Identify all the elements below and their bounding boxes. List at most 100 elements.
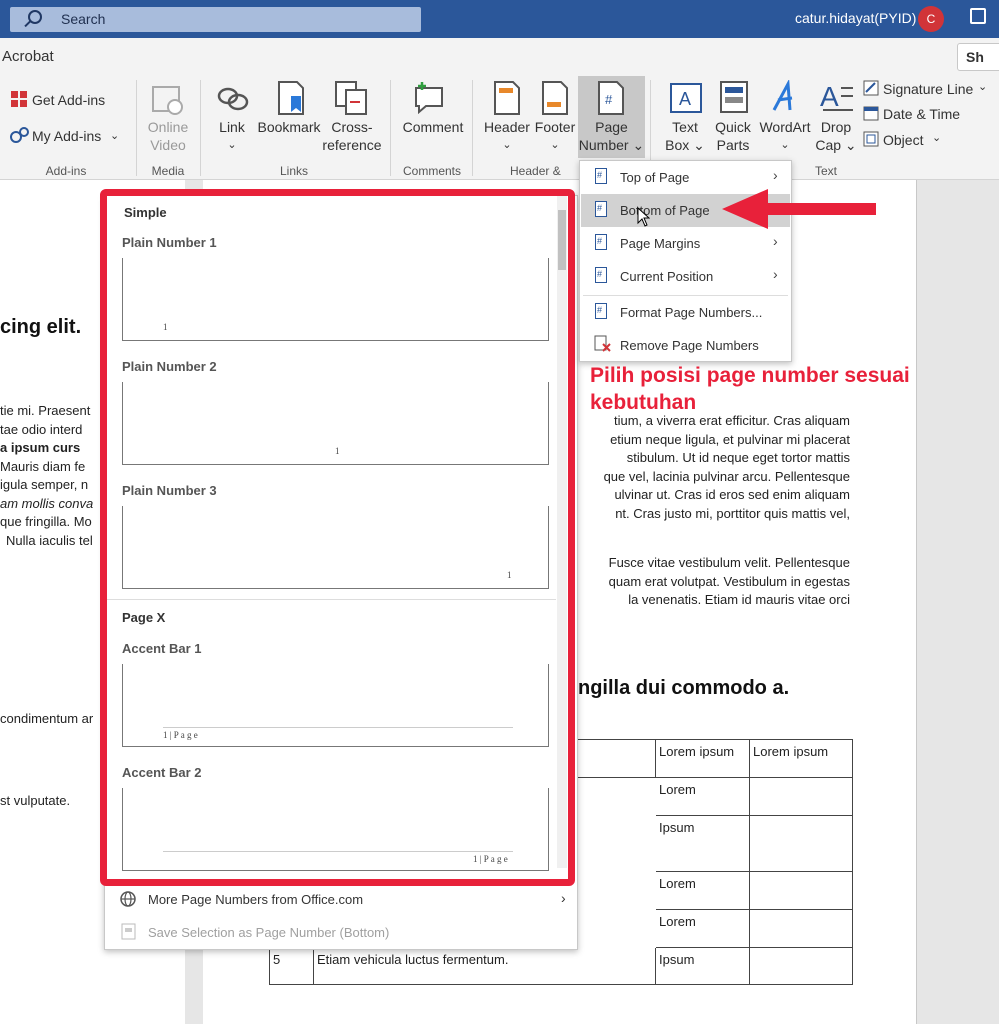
table-cell[interactable]: Lorem ipsum	[749, 739, 853, 778]
search-placeholder: Search	[61, 11, 106, 27]
document-margin	[916, 180, 999, 1024]
get-addins-button[interactable]: Get Add-ins	[32, 91, 105, 109]
cross-reference-label-2: reference	[322, 137, 382, 153]
table-cell[interactable]: Etiam vehicula luctus fermentum.	[313, 947, 656, 985]
group-label-addins: Add-ins	[45, 164, 87, 178]
table-cell[interactable]	[749, 909, 853, 948]
table-cell[interactable]: Lorem ipsum	[655, 739, 750, 778]
doc-text-line: condimentum ar	[0, 711, 94, 726]
cross-reference-label-1: Cross-	[331, 119, 373, 135]
store-icon	[11, 91, 27, 107]
menu-item-top-of-page[interactable]: Top of Page	[620, 170, 689, 185]
menu-item-remove-page-numbers[interactable]: Remove Page Numbers	[620, 338, 759, 353]
chevron-right-icon: ›	[773, 167, 778, 183]
chevron-down-icon[interactable]: ⌄	[756, 136, 814, 154]
table-cell[interactable]: Lorem	[655, 871, 750, 910]
signature-line-icon	[863, 80, 879, 96]
doc-heading-1: cing elit.	[0, 316, 82, 338]
doc-text-line: a ipsum curs	[0, 440, 81, 455]
my-addins-icon	[10, 127, 29, 143]
table-cell[interactable]	[749, 871, 853, 910]
wordart-button[interactable]: WordArt	[756, 118, 814, 136]
menu-item-format-page-numbers[interactable]: Format Page Numbers...	[620, 305, 762, 320]
doc-text-line: tie mi. Praesent	[0, 403, 91, 418]
table-cell[interactable]: Ipsum	[655, 815, 750, 872]
footer-button[interactable]: Footer	[530, 118, 580, 136]
group-divider	[390, 80, 391, 176]
page-number-label-1: Page	[595, 119, 628, 135]
user-name[interactable]: catur.hidayat(PYID)	[795, 10, 916, 26]
current-position-icon	[595, 267, 607, 283]
doc-text-line: que vel, lacinia pulvinar arcu. Pellente…	[603, 468, 850, 484]
save-selection-button[interactable]: Save Selection as Page Number (Bottom)	[148, 925, 389, 940]
header-icon	[494, 81, 520, 115]
doc-heading-2: ngilla dui commodo a.	[578, 677, 790, 699]
doc-text-line: quam erat volutpat. Vestibulum in egesta…	[608, 573, 850, 589]
group-divider	[136, 80, 137, 176]
online-video-button[interactable]: Online Video	[138, 118, 198, 154]
table-cell[interactable]: Ipsum	[655, 947, 750, 985]
more-page-numbers-link[interactable]: More Page Numbers from Office.com	[148, 892, 363, 907]
doc-text-line: stibulum. Ut id neque eget tortor mattis	[626, 450, 850, 465]
chevron-down-icon[interactable]: ⌄	[978, 78, 987, 96]
annotation-line-2: kebutuhan	[590, 391, 697, 414]
remove-page-numbers-icon	[594, 335, 611, 352]
table-cell[interactable]	[749, 777, 853, 816]
date-time-icon	[863, 106, 879, 121]
drop-cap-button[interactable]: Drop Cap ⌄	[812, 118, 860, 154]
menu-divider	[583, 295, 788, 296]
signature-line-button[interactable]: Signature Line	[883, 80, 973, 98]
menu-item-current-position[interactable]: Current Position	[620, 269, 713, 284]
doc-text-line: st vulputate.	[0, 793, 71, 808]
comment-icon	[415, 82, 443, 114]
online-video-label-2: Video	[150, 137, 186, 153]
header-button[interactable]: Header	[480, 118, 534, 136]
drop-cap-icon: A	[820, 81, 853, 112]
link-button[interactable]: Link	[212, 118, 252, 136]
my-addins-button[interactable]: My Add-ins	[32, 127, 101, 145]
table-cell[interactable]: 5	[269, 947, 314, 985]
menu-item-bottom-of-page[interactable]: Bottom of Page	[620, 203, 710, 218]
menu-item-page-margins[interactable]: Page Margins	[620, 236, 700, 251]
svg-text:A: A	[820, 81, 839, 112]
chevron-down-icon[interactable]: ⌄	[932, 129, 941, 147]
doc-text-line: la venenatis. Etiam id mauris vitae orci	[628, 592, 850, 607]
search-box[interactable]: Search	[10, 7, 421, 32]
highlight-box	[100, 189, 575, 886]
page-number-button[interactable]: Page Number ⌄	[578, 118, 645, 154]
comment-button[interactable]: Comment	[398, 118, 468, 136]
tab-acrobat[interactable]: Acrobat	[2, 48, 54, 65]
avatar[interactable]: C	[918, 6, 944, 32]
text-box-icon: A	[670, 83, 702, 113]
chevron-down-icon[interactable]: ⌄	[212, 136, 252, 154]
bookmark-button[interactable]: Bookmark	[256, 118, 322, 136]
group-label-header-footer: Header &	[510, 164, 561, 178]
drop-cap-label-1: Drop	[820, 119, 852, 135]
group-divider	[200, 80, 201, 176]
chevron-down-icon[interactable]: ⌄	[480, 136, 534, 154]
table-cell[interactable]: Lorem	[655, 777, 750, 816]
table-cell[interactable]: Lorem	[655, 909, 750, 948]
cross-reference-button[interactable]: Cross-reference	[322, 118, 382, 154]
svg-text:#: #	[605, 92, 613, 107]
table-cell[interactable]	[749, 815, 853, 872]
online-video-label-1: Online	[147, 119, 189, 135]
chevron-down-icon[interactable]: ⌄	[110, 127, 119, 145]
table-row: 5 Etiam vehicula luctus fermentum. Ipsum	[269, 947, 853, 985]
text-box-button[interactable]: Text Box ⌄	[662, 118, 708, 154]
search-icon	[28, 10, 42, 24]
group-label-links: Links	[279, 164, 308, 178]
doc-text-line: ulvinar ut. Cras id eros sed enim aliqua…	[614, 487, 850, 502]
share-button[interactable]: Sh	[957, 43, 999, 71]
page-number-icon: #	[598, 81, 624, 115]
date-time-button[interactable]: Date & Time	[883, 105, 960, 123]
chevron-down-icon[interactable]: ⌄	[530, 136, 580, 154]
annotation-line-1: Pilih posisi page number sesuai	[590, 364, 910, 387]
text-box-label-1: Text	[672, 119, 698, 135]
ribbon-display-icon[interactable]	[970, 8, 986, 24]
table-cell[interactable]	[749, 947, 853, 985]
object-button[interactable]: Object	[883, 131, 923, 149]
doc-text-line: tae odio interd	[0, 421, 83, 437]
online-video-icon	[152, 86, 183, 115]
chevron-right-icon: ›	[561, 890, 566, 906]
